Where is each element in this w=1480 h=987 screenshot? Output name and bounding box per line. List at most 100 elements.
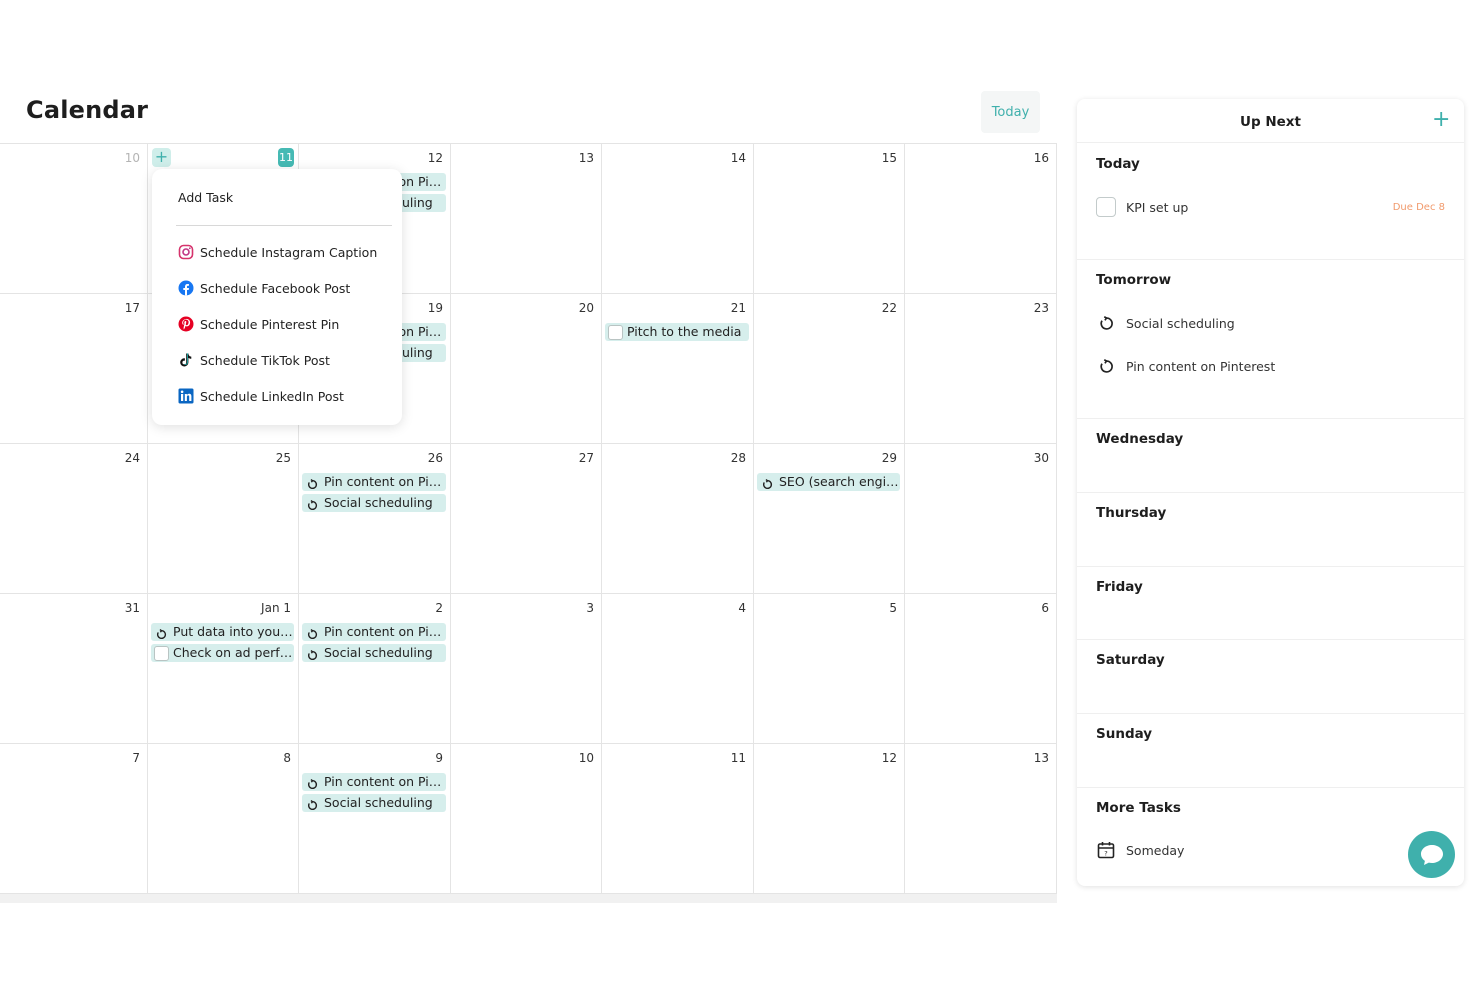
- day-cell[interactable]: 20: [451, 294, 602, 444]
- day-cell[interactable]: 28: [602, 444, 754, 594]
- section-tomorrow: Tomorrow Social scheduling Pin content o…: [1077, 259, 1464, 418]
- schedule-pinterest-item[interactable]: Schedule Pinterest Pin: [178, 315, 339, 333]
- day-number: 29: [881, 451, 897, 465]
- tiktok-icon: [180, 353, 192, 367]
- section-heading: Tomorrow: [1096, 272, 1172, 288]
- day-cell[interactable]: 12: [754, 744, 905, 894]
- day-cell[interactable]: 13: [451, 144, 602, 294]
- day-number: 4: [738, 601, 746, 615]
- section-heading: More Tasks: [1096, 800, 1181, 816]
- day-cell[interactable]: 31: [0, 594, 148, 744]
- schedule-instagram-label: Schedule Instagram Caption: [200, 244, 378, 260]
- repeat-icon: [1096, 356, 1116, 376]
- day-cell[interactable]: 29 SEO (search engin…: [754, 444, 905, 594]
- add-task-button[interactable]: +: [1432, 109, 1450, 131]
- calendar-event[interactable]: Pitch to the media: [605, 323, 749, 341]
- up-next-panel: Up Next + Today KPI set up Due Dec 8 Tom…: [1077, 99, 1464, 886]
- section-wednesday: Wednesday: [1077, 418, 1464, 492]
- day-number: 10: [124, 151, 140, 165]
- day-cell[interactable]: 3: [451, 594, 602, 744]
- schedule-facebook-item[interactable]: Schedule Facebook Post: [178, 279, 350, 297]
- day-cell[interactable]: 24: [0, 444, 148, 594]
- day-number: 7: [132, 751, 140, 765]
- day-cell[interactable]: 26 Pin content on Pin… Social scheduling: [299, 444, 451, 594]
- day-cell[interactable]: 4: [602, 594, 754, 744]
- someday-item[interactable]: ? Someday: [1096, 840, 1445, 860]
- section-heading: Wednesday: [1096, 431, 1184, 447]
- day-cell[interactable]: 16: [905, 144, 1057, 294]
- day-number: 27: [578, 451, 594, 465]
- calendar-event[interactable]: Put data into your…: [151, 623, 294, 641]
- day-cell[interactable]: 5: [754, 594, 905, 744]
- schedule-linkedin-label: Schedule LinkedIn Post: [200, 388, 344, 404]
- section-saturday: Saturday: [1077, 639, 1464, 713]
- day-cell[interactable]: 10: [0, 144, 148, 294]
- schedule-instagram-item[interactable]: Schedule Instagram Caption: [178, 243, 377, 261]
- event-checkbox[interactable]: [608, 324, 623, 340]
- event-title: Social scheduling: [324, 795, 433, 810]
- calendar-event[interactable]: Pin content on Pin…: [302, 473, 446, 491]
- event-title: Social scheduling: [324, 645, 433, 660]
- task-item[interactable]: Social scheduling: [1096, 313, 1445, 333]
- repeat-icon: [307, 498, 318, 510]
- section-heading: Saturday: [1096, 652, 1165, 668]
- someday-label: Someday: [1126, 842, 1185, 858]
- day-cell[interactable]: 15: [754, 144, 905, 294]
- day-cell[interactable]: 27: [451, 444, 602, 594]
- day-cell[interactable]: 8: [148, 744, 299, 894]
- day-cell[interactable]: 6: [905, 594, 1057, 744]
- add-task-day-button[interactable]: +: [152, 148, 171, 167]
- schedule-linkedin-item[interactable]: Schedule LinkedIn Post: [178, 387, 344, 405]
- event-checkbox[interactable]: [154, 645, 169, 661]
- task-item[interactable]: KPI set up Due Dec 8: [1096, 197, 1445, 217]
- event-title: Pin content on Pin…: [324, 624, 446, 639]
- repeat-icon: [307, 798, 318, 810]
- day-cell[interactable]: 9 Pin content on Pin… Social scheduling: [299, 744, 451, 894]
- task-checkbox[interactable]: [1096, 197, 1116, 217]
- section-heading: Today: [1096, 156, 1140, 172]
- day-number: 28: [730, 451, 746, 465]
- calendar-event[interactable]: Check on ad perfo…: [151, 644, 294, 662]
- facebook-icon: [178, 280, 194, 296]
- day-cell[interactable]: 7: [0, 744, 148, 894]
- day-cell[interactable]: 25: [148, 444, 299, 594]
- task-item[interactable]: Pin content on Pinterest: [1096, 356, 1445, 376]
- event-title: Put data into your…: [173, 624, 294, 639]
- event-title: Pin content on Pin…: [324, 774, 446, 789]
- day-cell[interactable]: 21 Pitch to the media: [602, 294, 754, 444]
- day-cell[interactable]: 22: [754, 294, 905, 444]
- calendar-event[interactable]: Social scheduling: [302, 794, 446, 812]
- calendar-event[interactable]: Social scheduling: [302, 494, 446, 512]
- day-cell[interactable]: 2 Pin content on Pin… Social scheduling: [299, 594, 451, 744]
- day-cell[interactable]: 30: [905, 444, 1057, 594]
- calendar-week-row: 24 25 26 Pin content on Pin… Social scheduli…: [0, 444, 1057, 594]
- schedule-facebook-label: Schedule Facebook Post: [200, 280, 351, 296]
- popover-divider: [176, 225, 392, 226]
- day-cell[interactable]: 23: [905, 294, 1057, 444]
- day-cell[interactable]: 13: [905, 744, 1057, 894]
- schedule-tiktok-item[interactable]: Schedule TikTok Post: [178, 351, 330, 369]
- repeat-icon: [307, 627, 318, 639]
- day-number: 10: [578, 751, 594, 765]
- calendar-event[interactable]: SEO (search engin…: [757, 473, 900, 491]
- day-cell[interactable]: 11: [602, 744, 754, 894]
- day-cell[interactable]: 10: [451, 744, 602, 894]
- event-title: Check on ad perfo…: [173, 645, 294, 660]
- day-number: 14: [730, 151, 746, 165]
- calendar-event[interactable]: Pin content on Pin…: [302, 623, 446, 641]
- day-number: 30: [1033, 451, 1049, 465]
- today-button[interactable]: Today: [981, 91, 1040, 133]
- schedule-tiktok-label: Schedule TikTok Post: [200, 352, 330, 368]
- section-sunday: Sunday: [1077, 713, 1464, 787]
- today-day-number: 11: [278, 148, 294, 167]
- calendar-icon: ?: [1096, 840, 1116, 860]
- day-cell[interactable]: 17: [0, 294, 148, 444]
- add-task-item[interactable]: Add Task: [178, 190, 233, 205]
- day-number: 5: [889, 601, 897, 615]
- day-cell[interactable]: Jan 1 Put data into your… Check on ad perf…: [148, 594, 299, 744]
- calendar-event[interactable]: Social scheduling: [302, 644, 446, 662]
- day-cell[interactable]: 14: [602, 144, 754, 294]
- chat-button[interactable]: [1408, 831, 1455, 878]
- calendar-event[interactable]: Pin content on Pin…: [302, 773, 446, 791]
- day-number: 19: [427, 301, 443, 315]
